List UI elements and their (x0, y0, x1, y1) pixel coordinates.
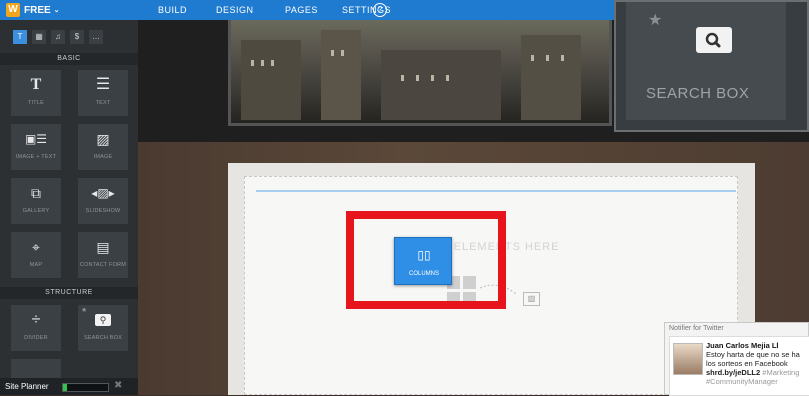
tweet-text-line: los sorteos en Facebook (706, 359, 788, 368)
tweet-link[interactable]: shrd.by/jeDLL2 (706, 368, 760, 377)
divider-icon: ÷ (31, 311, 41, 328)
nav-build[interactable]: BUILD (158, 0, 187, 20)
text-icon: ☰ (95, 76, 111, 93)
chevron-down-icon: ⌄ (53, 7, 60, 14)
columns-drag-element[interactable]: ▯▯ COLUMNS (394, 237, 452, 285)
star-icon: ★ (81, 307, 88, 314)
site-planner-label: Site Planner (5, 382, 49, 391)
search-icon (696, 27, 732, 53)
element-image[interactable]: ▨ IMAGE (78, 124, 128, 170)
element-label: MAP (29, 262, 43, 268)
element-label: IMAGE + TEXT (15, 154, 57, 160)
element-title[interactable]: T TITLE (11, 70, 61, 116)
image-text-icon: ▣☰ (24, 132, 48, 146)
weebly-logo-icon: W (6, 3, 20, 17)
columns-icon: ▯▯ (417, 248, 431, 262)
contact-form-icon: ▤ (96, 239, 110, 255)
site-planner-progress (62, 383, 109, 392)
image-icon: ▨ (96, 131, 110, 147)
element-search-box[interactable]: ★ ⚲ SEARCH BOX (78, 305, 128, 351)
sidebar-tabs: T ▦ ♫ $ … (0, 22, 138, 52)
star-icon: ★ (648, 12, 663, 29)
search-box-zoom-preview: ★ SEARCH BOX (614, 0, 809, 132)
search-box-tile-zoomed: ★ SEARCH BOX (626, 2, 786, 120)
map-icon: ⌖ (32, 239, 40, 255)
tab-text-elements[interactable]: T (13, 30, 27, 44)
columns-label: COLUMNS (408, 271, 439, 277)
element-label: GALLERY (22, 208, 50, 214)
tweet-author[interactable]: Juan Carlos Mejia Ll (706, 341, 779, 350)
tab-media-elements[interactable]: ♫ (51, 30, 65, 44)
site-planner-progress-fill (63, 384, 67, 391)
close-icon[interactable]: ✖ (114, 380, 122, 391)
help-icon[interactable]: ? (373, 3, 387, 17)
drop-guide-line (256, 190, 736, 192)
search-box-label: SEARCH BOX (646, 85, 750, 102)
element-label: DIVIDER (24, 335, 48, 341)
element-label: IMAGE (93, 154, 113, 160)
element-map[interactable]: ⌖ MAP (11, 232, 61, 278)
search-icon: ⚲ (95, 314, 111, 326)
tweet-hashtag[interactable]: #Marketing (762, 368, 799, 377)
tweet-text-line: Estoy harta de que no se ha (706, 350, 800, 359)
notifier-title: Notifier for Twitter (669, 325, 724, 332)
element-label: TITLE (28, 100, 44, 106)
gallery-icon: ⧉ (31, 185, 41, 201)
nav-pages[interactable]: PAGES (285, 0, 318, 20)
element-image-text[interactable]: ▣☰ IMAGE + TEXT (11, 124, 61, 170)
title-icon: T (30, 76, 42, 93)
element-text[interactable]: ☰ TEXT (78, 70, 128, 116)
twitter-notifier-popup[interactable]: Notifier for Twitter Juan Carlos Mejia L… (664, 322, 809, 396)
plan-label: FREE (24, 4, 51, 16)
tab-commerce-elements[interactable]: $ (70, 30, 84, 44)
element-label: TEXT (95, 100, 111, 106)
element-slideshow[interactable]: ◂▨▸ SLIDESHOW (78, 178, 128, 224)
tab-layout-elements[interactable]: ▦ (32, 30, 46, 44)
element-gallery[interactable]: ⧉ GALLERY (11, 178, 61, 224)
section-header-structure: STRUCTURE (0, 287, 138, 299)
slideshow-icon: ◂▨▸ (91, 186, 115, 200)
tweet-card[interactable]: Juan Carlos Mejia Ll Estoy harta de que … (669, 336, 809, 396)
element-label: SEARCH BOX (83, 335, 123, 341)
tweet-link-line: shrd.by/jeDLL2 #Marketing (706, 368, 799, 377)
section-header-basic: BASIC (0, 53, 138, 65)
element-contact-form[interactable]: ▤ CONTACT FORM (78, 232, 128, 278)
element-label: CONTACT FORM (79, 262, 127, 268)
element-label: SLIDESHOW (85, 208, 121, 214)
nav-design[interactable]: DESIGN (216, 0, 254, 20)
tab-more-elements[interactable]: … (89, 30, 103, 44)
header-image[interactable] (228, 20, 612, 126)
site-planner-bar[interactable]: Site Planner ✖ (0, 378, 138, 395)
image-ghost-icon: ▨ (523, 292, 540, 306)
element-more[interactable] (11, 359, 61, 378)
tweet-hashtag[interactable]: #CommunityManager (706, 377, 778, 386)
plan-menu-button[interactable]: W FREE ⌄ (0, 0, 70, 20)
element-divider[interactable]: ÷ DIVIDER (11, 305, 61, 351)
avatar (673, 343, 703, 375)
